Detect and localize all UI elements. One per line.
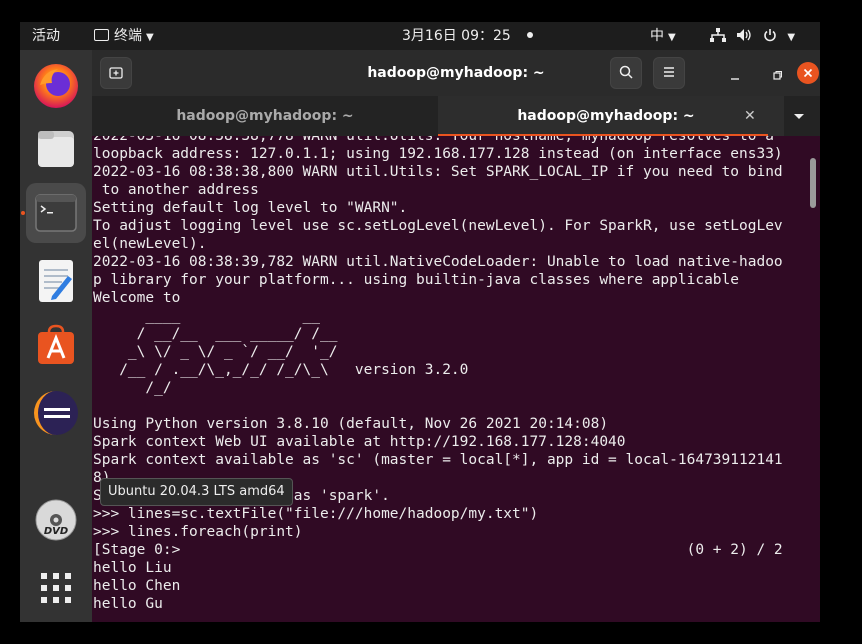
show-apps-icon bbox=[41, 573, 71, 603]
dock-item-text-editor[interactable] bbox=[26, 250, 86, 310]
terminal-line: hello Chen bbox=[93, 578, 181, 594]
terminal-line: /_/ bbox=[93, 380, 172, 396]
tab-bar: hadoop@myhadoop: ~ hadoop@myhadoop: ~ ✕ bbox=[92, 96, 820, 136]
input-method-label: 中 bbox=[650, 28, 664, 44]
network-icon bbox=[710, 28, 726, 42]
volume-icon bbox=[737, 29, 752, 41]
terminal-line: el(newLevel). bbox=[93, 236, 207, 252]
terminal-line: Spark context available as 'sc' (master … bbox=[93, 452, 783, 468]
terminal-line: 2022-03-16 08:38:39,782 WARN util.Native… bbox=[93, 254, 783, 270]
activities-button[interactable]: 活动 bbox=[32, 22, 60, 50]
terminal-line: 2022-03-16 08:38:38,778 WARN util.Utils:… bbox=[93, 136, 774, 144]
minimize-button[interactable] bbox=[729, 67, 741, 80]
clock[interactable]: 3月16日 09：25 bbox=[402, 22, 534, 50]
close-icon bbox=[803, 68, 813, 78]
svg-text:DVD: DVD bbox=[44, 526, 68, 537]
top-bar: 活动 终端 ▼ 3月16日 09：25 中 ▼ ▼ bbox=[20, 22, 820, 50]
terminal-line: p library for your platform... using bui… bbox=[93, 272, 740, 288]
terminal-line: >>> lines=sc.textFile("file:///home/hado… bbox=[93, 506, 539, 522]
terminal-line: >>> lines.foreach(print) bbox=[93, 524, 303, 540]
terminal-output[interactable]: 2022-03-16 08:38:38,778 WARN util.Utils:… bbox=[92, 136, 804, 622]
running-indicator bbox=[21, 211, 25, 215]
firefox-icon bbox=[34, 64, 78, 108]
desktop: 活动 终端 ▼ 3月16日 09：25 中 ▼ ▼ DVD hadoop@myh… bbox=[20, 22, 820, 622]
show-applications-button[interactable] bbox=[26, 558, 86, 618]
tab-2[interactable]: hadoop@myhadoop: ~ ✕ bbox=[438, 96, 784, 136]
terminal-line: hello Gu bbox=[93, 596, 163, 612]
tab-1[interactable]: hadoop@myhadoop: ~ bbox=[92, 96, 438, 136]
terminal-line: To adjust logging level use sc.setLogLev… bbox=[93, 218, 783, 234]
files-icon bbox=[38, 131, 74, 167]
minimize-icon bbox=[731, 78, 739, 80]
dock-item-files[interactable] bbox=[26, 119, 86, 179]
clock-text: 3月16日 09：25 bbox=[402, 28, 511, 44]
system-menu[interactable]: ▼ bbox=[710, 22, 795, 50]
terminal-line: /__ / .__/\_,_/_/ /_/\_\ version 3.2.0 bbox=[93, 362, 469, 378]
dock-item-dvd[interactable]: DVD bbox=[26, 490, 86, 550]
terminal-line: Setting default log level to "WARN". bbox=[93, 200, 408, 216]
terminal-line: hello Liu bbox=[93, 560, 172, 576]
terminal-line: loopback address: 127.0.1.1; using 192.1… bbox=[93, 146, 783, 162]
terminal-line: 2022-03-16 08:38:38,800 WARN util.Utils:… bbox=[93, 164, 783, 180]
dock-item-terminal[interactable] bbox=[26, 183, 86, 243]
input-method-menu[interactable]: 中 ▼ bbox=[650, 22, 676, 50]
tab-label: hadoop@myhadoop: ~ bbox=[517, 108, 695, 124]
terminal-line: to another address bbox=[93, 182, 259, 198]
software-icon bbox=[38, 324, 74, 364]
search-icon bbox=[619, 65, 633, 79]
restore-icon bbox=[773, 71, 782, 80]
chevron-down-icon: ▼ bbox=[787, 32, 796, 43]
app-menu-label: 终端 bbox=[114, 28, 142, 44]
terminal-icon bbox=[35, 194, 77, 232]
dock-item-firefox[interactable] bbox=[26, 55, 86, 115]
scrollbar[interactable] bbox=[810, 158, 816, 208]
header-bar: hadoop@myhadoop: ~ bbox=[92, 50, 820, 96]
dock-tooltip: Ubuntu 20.04.3 LTS amd64 bbox=[100, 478, 293, 506]
text-editor-icon bbox=[39, 260, 73, 302]
window-title: hadoop@myhadoop: ~ bbox=[367, 65, 545, 81]
terminal-window: hadoop@myhadoop: ~ hadoop@myhadoop: ~ ha… bbox=[92, 50, 820, 622]
dock-item-eclipse[interactable] bbox=[26, 383, 86, 443]
tab-list-button[interactable] bbox=[792, 108, 806, 124]
tab-close-icon[interactable]: ✕ bbox=[744, 96, 756, 136]
eclipse-icon bbox=[34, 391, 78, 435]
tab-label: hadoop@myhadoop: ~ bbox=[176, 108, 354, 124]
hamburger-icon bbox=[664, 67, 674, 77]
terminal-line: Using Python version 3.8.10 (default, No… bbox=[93, 416, 609, 432]
chevron-down-icon: ▼ bbox=[146, 32, 154, 43]
app-menu[interactable]: 终端 ▼ bbox=[94, 22, 154, 50]
dock: DVD bbox=[20, 50, 92, 622]
terminal-line: Welcome to bbox=[93, 290, 181, 306]
notification-dot-icon bbox=[527, 32, 534, 38]
terminal-line: [Stage 0:> (0 + 2) / 2 bbox=[93, 542, 783, 558]
search-button[interactable] bbox=[610, 57, 642, 89]
terminal-line: ____ __ bbox=[93, 308, 320, 324]
terminal-line: _\ \/ _ \/ _ `/ __/ '_/ bbox=[93, 344, 338, 360]
close-button[interactable] bbox=[797, 62, 819, 84]
terminal-app-icon bbox=[94, 29, 109, 41]
chevron-down-icon bbox=[794, 114, 804, 119]
dvd-icon: DVD bbox=[35, 499, 77, 541]
dock-item-software[interactable] bbox=[26, 316, 86, 376]
maximize-button[interactable] bbox=[771, 67, 783, 80]
terminal-line: / __/__ ___ _____/ /__ bbox=[93, 326, 338, 342]
terminal-line: Spark context Web UI available at http:/… bbox=[93, 434, 626, 450]
menu-button[interactable] bbox=[653, 57, 685, 89]
terminal-lines: 2022-03-16 08:38:38,778 WARN util.Utils:… bbox=[93, 136, 783, 613]
chevron-down-icon: ▼ bbox=[668, 32, 676, 43]
power-icon bbox=[764, 29, 776, 42]
